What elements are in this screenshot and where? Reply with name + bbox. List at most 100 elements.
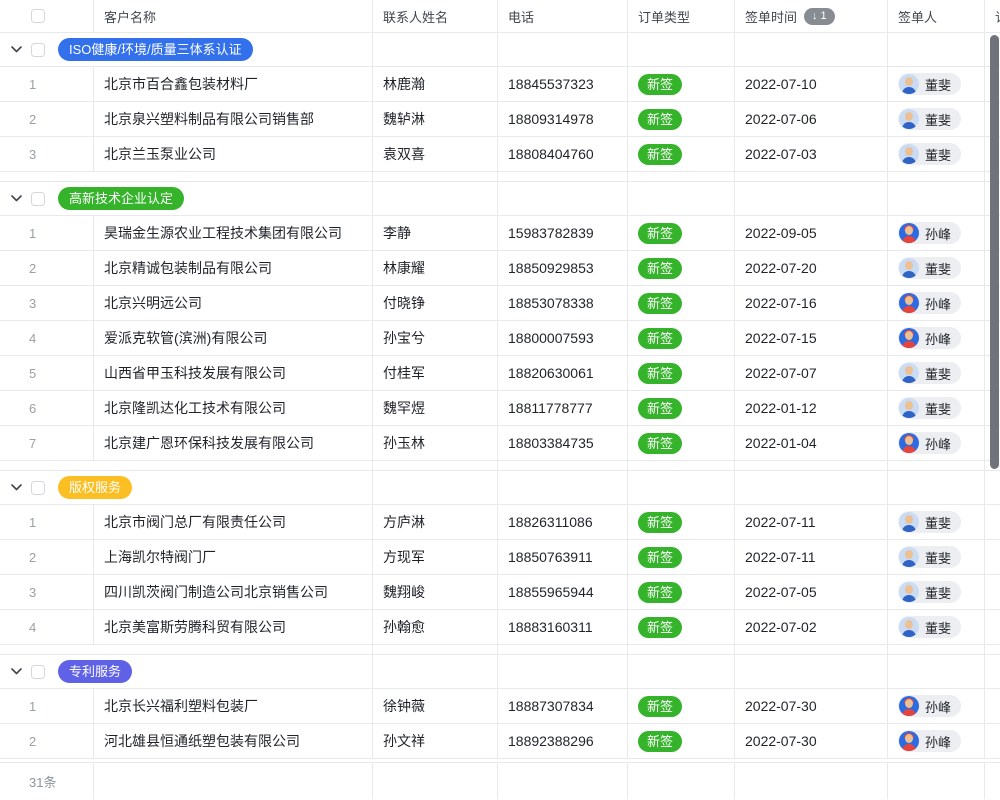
customer-name-cell[interactable]: 昊瑞金生源农业工程技术集团有限公司 [94,216,373,250]
phone-cell[interactable]: 18850763911 [498,540,628,574]
signer-cell[interactable]: 孙峰 [888,286,985,320]
contact-name-cell[interactable]: 魏翔峻 [373,575,498,609]
table-row[interactable]: 3 北京兰玉泵业公司 袁双喜 18808404760 新签 2022-07-03… [0,137,1000,172]
table-row[interactable]: 2 河北雄县恒通纸塑包装有限公司 孙文祥 18892388296 新签 2022… [0,724,1000,759]
customer-name-cell[interactable]: 山西省甲玉科技发展有限公司 [94,356,373,390]
contact-name-cell[interactable]: 孙翰愈 [373,610,498,644]
signer-cell[interactable]: 董斐 [888,251,985,285]
sign-date-cell[interactable]: 2022-07-16 [735,286,888,320]
customer-name-cell[interactable]: 北京市百合鑫包装材料厂 [94,67,373,101]
contact-name-cell[interactable]: 孙文祥 [373,724,498,758]
order-type-cell[interactable]: 新签 [628,391,735,425]
customer-name-cell[interactable]: 北京兴明远公司 [94,286,373,320]
sign-date-cell[interactable]: 2022-07-11 [735,540,888,574]
contact-name-cell[interactable]: 魏罕煜 [373,391,498,425]
order-type-cell[interactable]: 新签 [628,689,735,723]
table-row[interactable]: 2 北京精诚包装制品有限公司 林康耀 18850929853 新签 2022-0… [0,251,1000,286]
table-row[interactable]: 1 北京长兴福利塑料包装厂 徐钟薇 18887307834 新签 2022-07… [0,689,1000,724]
contact-name-cell[interactable]: 方现军 [373,540,498,574]
column-header-customer[interactable]: 客户名称 [94,0,373,32]
signer-cell[interactable]: 孙峰 [888,216,985,250]
sign-date-cell[interactable]: 2022-07-15 [735,321,888,355]
table-row[interactable]: 5 山西省甲玉科技发展有限公司 付桂军 18820630061 新签 2022-… [0,356,1000,391]
customer-name-cell[interactable]: 北京隆凯达化工技术有限公司 [94,391,373,425]
order-type-cell[interactable]: 新签 [628,251,735,285]
order-type-cell[interactable]: 新签 [628,321,735,355]
group-header-row[interactable]: ISO健康/环境/质量三体系认证 [0,33,1000,67]
signer-cell[interactable]: 孙峰 [888,724,985,758]
sort-indicator-badge[interactable]: ↓ 1 [804,8,835,25]
table-row[interactable]: 2 上海凯尔特阀门厂 方现军 18850763911 新签 2022-07-11… [0,540,1000,575]
chevron-down-icon[interactable] [10,44,22,56]
phone-cell[interactable]: 18800007593 [498,321,628,355]
contact-name-cell[interactable]: 徐钟薇 [373,689,498,723]
order-type-cell[interactable]: 新签 [628,575,735,609]
order-type-cell[interactable]: 新签 [628,724,735,758]
phone-cell[interactable]: 18883160311 [498,610,628,644]
customer-name-cell[interactable]: 北京泉兴塑料制品有限公司销售部 [94,102,373,136]
order-type-cell[interactable]: 新签 [628,102,735,136]
table-row[interactable]: 1 北京市阀门总厂有限责任公司 方庐淋 18826311086 新签 2022-… [0,505,1000,540]
order-type-cell[interactable]: 新签 [628,356,735,390]
customer-name-cell[interactable]: 北京长兴福利塑料包装厂 [94,689,373,723]
signer-cell[interactable]: 董斐 [888,137,985,171]
signer-cell[interactable]: 董斐 [888,356,985,390]
contact-name-cell[interactable]: 孙宝兮 [373,321,498,355]
contact-name-cell[interactable]: 付晓铮 [373,286,498,320]
group-select-checkbox[interactable] [31,665,45,679]
contact-name-cell[interactable]: 林康耀 [373,251,498,285]
order-type-cell[interactable]: 新签 [628,286,735,320]
group-header-row[interactable]: 高新技术企业认定 [0,182,1000,216]
customer-name-cell[interactable]: 北京建广恩环保科技发展有限公司 [94,426,373,460]
customer-name-cell[interactable]: 北京市阀门总厂有限责任公司 [94,505,373,539]
vertical-scrollbar-thumb[interactable] [990,35,999,469]
contact-name-cell[interactable]: 付桂军 [373,356,498,390]
signer-cell[interactable]: 董斐 [888,102,985,136]
table-row[interactable]: 1 昊瑞金生源农业工程技术集团有限公司 李静 15983782839 新签 20… [0,216,1000,251]
signer-cell[interactable]: 董斐 [888,610,985,644]
sign-date-cell[interactable]: 2022-07-20 [735,251,888,285]
customer-name-cell[interactable]: 北京美富斯劳腾科贸有限公司 [94,610,373,644]
sign-date-cell[interactable]: 2022-01-12 [735,391,888,425]
contact-name-cell[interactable]: 袁双喜 [373,137,498,171]
group-header-row[interactable]: 专利服务 [0,655,1000,689]
order-type-cell[interactable]: 新签 [628,426,735,460]
customer-name-cell[interactable]: 四川凯茨阀门制造公司北京销售公司 [94,575,373,609]
order-type-cell[interactable]: 新签 [628,216,735,250]
contact-name-cell[interactable]: 林鹿瀚 [373,67,498,101]
table-row[interactable]: 3 四川凯茨阀门制造公司北京销售公司 魏翔峻 18855965944 新签 20… [0,575,1000,610]
order-type-cell[interactable]: 新签 [628,610,735,644]
phone-cell[interactable]: 18826311086 [498,505,628,539]
contact-name-cell[interactable]: 李静 [373,216,498,250]
customer-name-cell[interactable]: 河北雄县恒通纸塑包装有限公司 [94,724,373,758]
phone-cell[interactable]: 18887307834 [498,689,628,723]
signer-cell[interactable]: 孙峰 [888,689,985,723]
chevron-down-icon[interactable] [10,666,22,678]
sign-date-cell[interactable]: 2022-07-06 [735,102,888,136]
chevron-down-icon[interactable] [10,482,22,494]
signer-cell[interactable]: 董斐 [888,575,985,609]
phone-cell[interactable]: 18820630061 [498,356,628,390]
phone-cell[interactable]: 18808404760 [498,137,628,171]
group-select-checkbox[interactable] [31,481,45,495]
contact-name-cell[interactable]: 魏轳淋 [373,102,498,136]
sign-date-cell[interactable]: 2022-01-04 [735,426,888,460]
phone-cell[interactable]: 15983782839 [498,216,628,250]
group-header-row[interactable]: 版权服务 [0,471,1000,505]
sign-date-cell[interactable]: 2022-07-02 [735,610,888,644]
table-row[interactable]: 6 北京隆凯达化工技术有限公司 魏罕煜 18811778777 新签 2022-… [0,391,1000,426]
chevron-down-icon[interactable] [10,193,22,205]
phone-cell[interactable]: 18855965944 [498,575,628,609]
column-header-phone[interactable]: 电话 [498,0,628,32]
table-row[interactable]: 7 北京建广恩环保科技发展有限公司 孙玉林 18803384735 新签 202… [0,426,1000,461]
phone-cell[interactable]: 18853078338 [498,286,628,320]
phone-cell[interactable]: 18809314978 [498,102,628,136]
sign-date-cell[interactable]: 2022-07-03 [735,137,888,171]
column-header-signer[interactable]: 签单人 [888,0,985,32]
customer-name-cell[interactable]: 北京兰玉泵业公司 [94,137,373,171]
column-header-contact[interactable]: 联系人姓名 [373,0,498,32]
column-header-partial[interactable]: 订 [985,0,1000,32]
sign-date-cell[interactable]: 2022-07-10 [735,67,888,101]
table-row[interactable]: 2 北京泉兴塑料制品有限公司销售部 魏轳淋 18809314978 新签 202… [0,102,1000,137]
phone-cell[interactable]: 18845537323 [498,67,628,101]
